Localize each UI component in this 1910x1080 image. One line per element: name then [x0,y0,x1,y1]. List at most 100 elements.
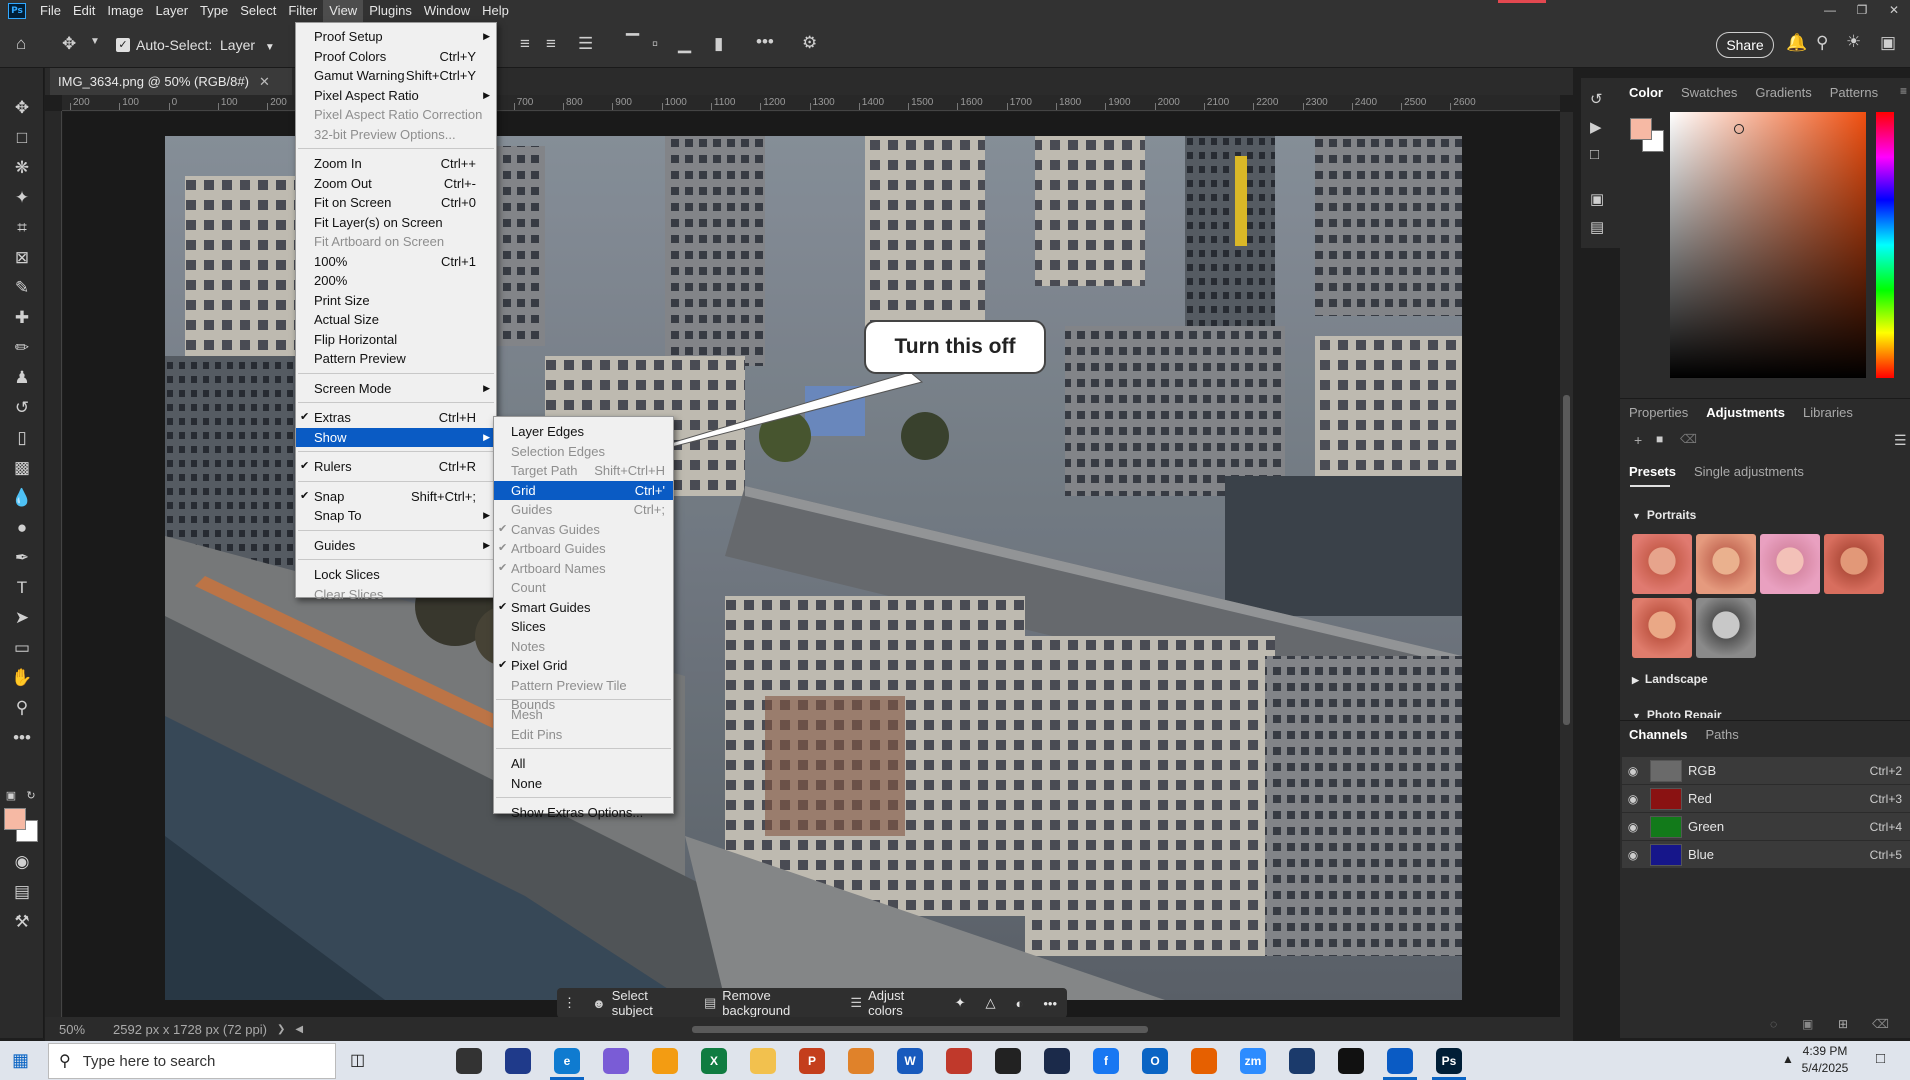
taskbar-photoshop-icon[interactable]: Ps [1436,1048,1462,1074]
taskbar-powerpoint-icon[interactable]: P [799,1048,825,1074]
pen-tool-icon[interactable]: ✒ [10,546,34,570]
panel-menu-icon[interactable]: ≡ [1900,84,1907,98]
menu-item-show[interactable]: Show ▶ [296,427,496,447]
home-icon[interactable]: ⌂ [16,34,26,54]
frame-tool-icon[interactable]: ⊠ [10,246,34,270]
search-icon[interactable]: ⚲ [1816,33,1828,53]
menu-item-fit-layer-s-on-screen[interactable]: Fit Layer(s) on Screen [296,213,496,232]
quick-selection-tool-icon[interactable]: ✦ [10,186,34,210]
color-picker-field[interactable] [1670,112,1866,378]
tab-paths[interactable]: Paths [1697,722,1748,748]
eraser-tool-icon[interactable]: ▯ [10,426,34,450]
menu-item-pattern-preview[interactable]: Pattern Preview [296,349,496,368]
menu-item-actual-size[interactable]: Actual Size [296,310,496,329]
layers-icon[interactable]: ▣ [1590,190,1604,208]
quick-mask-icon[interactable]: ◉ [10,850,34,874]
history-brush-tool-icon[interactable]: ↺ [10,396,34,420]
menu-plugins[interactable]: Plugins [363,0,418,22]
menu-layer[interactable]: Layer [150,0,195,22]
menu-select[interactable]: Select [234,0,282,22]
visibility-eye-icon[interactable]: ◉ [1622,820,1644,834]
artboard-tool-icon[interactable]: □ [10,126,34,150]
align-middle-icon[interactable]: ▫ [652,34,658,54]
menu-item-proof-colors[interactable]: Proof Colors Ctrl+Y [296,47,496,66]
eyedropper-tool-icon[interactable]: ✎ [10,276,34,300]
horizontal-scrollbar-thumb[interactable] [692,1026,1148,1033]
zoom-tool-icon[interactable]: ⚲ [10,696,34,720]
menu-item-100[interactable]: 100% Ctrl+1 [296,252,496,271]
document-tab[interactable]: IMG_3634.png @ 50% (RGB/8#) ✕ [50,68,292,95]
tab-channels[interactable]: Channels [1620,722,1697,748]
menu-item-all[interactable]: All [494,754,673,773]
menu-item-extras[interactable]: ✔ Extras Ctrl+H [296,408,496,427]
menu-edit[interactable]: Edit [67,0,101,22]
visibility-eye-icon[interactable]: ◉ [1622,764,1644,778]
trash-icon[interactable]: ⌫ [1680,432,1697,446]
new-channel-icon[interactable]: ⊞ [1838,1017,1848,1031]
preset-thumbnail[interactable] [1632,598,1692,658]
horizontal-ruler[interactable]: 2001000100200300400500600700800900100011… [62,95,1560,111]
tab-single-adjustments[interactable]: Single adjustments [1685,459,1813,485]
settings-gear-icon[interactable]: ⚙ [802,33,817,53]
restore-icon[interactable]: ❐ [1846,0,1878,22]
taskbar-clock[interactable]: 4:39 PM 5/4/2025 [1790,1043,1860,1079]
menu-type[interactable]: Type [194,0,234,22]
hue-slider[interactable] [1876,112,1894,378]
properties-icon[interactable]: ▤ [1590,218,1604,236]
hand-tool-icon[interactable]: ✋ [10,666,34,690]
tab-patterns[interactable]: Patterns [1821,80,1887,106]
actions-play-icon[interactable]: ▶ [1590,118,1602,136]
taskbar-facebook-icon[interactable]: f [1093,1048,1119,1074]
menu-item-slices[interactable]: Slices [494,617,673,636]
adjust-colors-button[interactable]: ☰ Adjust colors [840,988,944,1018]
drag-handle-icon[interactable]: ⋮ [557,988,582,1018]
menu-item-none[interactable]: None [494,774,673,793]
menu-item-snap[interactable]: ✔ Snap Shift+Ctrl+; [296,487,496,506]
add-icon[interactable]: + [1634,432,1642,448]
notification-center-icon[interactable]: □ [1876,1050,1885,1067]
workspace-layout-icon[interactable]: ▣ [1880,33,1896,53]
group-photo-repair-header[interactable]: ▼ Photo Repair [1632,708,1722,718]
tab-adjustments[interactable]: Adjustments [1697,400,1794,426]
select-subject-button[interactable]: ☻ Select subject [582,988,694,1018]
history-icon[interactable]: ↺ [1590,90,1603,108]
taskbar-word-icon[interactable]: W [897,1048,923,1074]
menu-item-proof-setup[interactable]: Proof Setup ▶ [296,27,496,46]
taskbar-search-input[interactable]: ⚲ Type here to search [48,1043,336,1079]
visibility-eye-icon[interactable]: ◉ [1622,848,1644,862]
healing-brush-tool-icon[interactable]: ✚ [10,306,34,330]
taskbar-edge-icon[interactable]: e [554,1048,580,1074]
taskbar-excel-icon[interactable]: X [701,1048,727,1074]
align-top-icon[interactable]: ▔ [626,34,639,54]
transform-icon[interactable]: △ [975,988,1005,1018]
folder-icon[interactable]: ■ [1656,432,1663,446]
channel-row-red[interactable]: ◉ Red Ctrl+3 [1622,785,1910,813]
preset-thumbnail[interactable] [1760,534,1820,594]
more-tools-icon[interactable]: ••• [10,726,34,750]
group-landscape-header[interactable]: ▶ Landscape [1632,672,1708,686]
menu-item-print-size[interactable]: Print Size [296,291,496,310]
menu-item-guides[interactable]: Guides ▶ [296,536,496,555]
move-tool-icon[interactable]: ✥ [62,34,76,54]
rectangle-tool-icon[interactable]: ▭ [10,636,34,660]
auto-select-target-select[interactable]: Layer ▼ [220,34,284,56]
taskbar-app-1-icon[interactable] [456,1048,482,1074]
visibility-eye-icon[interactable]: ◉ [1622,792,1644,806]
zoom-level[interactable]: 50% [59,1022,105,1037]
align-center-icon[interactable]: ≡ [520,34,530,54]
windows-start-icon[interactable]: ▦ [12,1050,29,1071]
vertical-ruler[interactable] [45,111,62,1017]
taskbar-app-9-icon[interactable] [848,1048,874,1074]
align-right-icon[interactable]: ≡ [546,34,556,54]
path-selection-tool-icon[interactable]: ➤ [10,606,34,630]
default-colors-icon[interactable]: ▣ [4,784,18,808]
taskbar-zoom-icon[interactable]: zm [1240,1048,1266,1074]
gradient-tool-icon[interactable]: ▩ [10,456,34,480]
menu-window[interactable]: Window [418,0,476,22]
color-panel-foreground-swatch[interactable] [1630,118,1652,140]
menu-item-zoom-out[interactable]: Zoom Out Ctrl+- [296,174,496,193]
task-view-icon[interactable]: ◫ [350,1050,365,1070]
dodge-tool-icon[interactable]: ● [10,516,34,540]
close-icon[interactable]: ✕ [1878,0,1910,22]
edit-toolbar-icon[interactable]: ⚒ [10,910,34,934]
